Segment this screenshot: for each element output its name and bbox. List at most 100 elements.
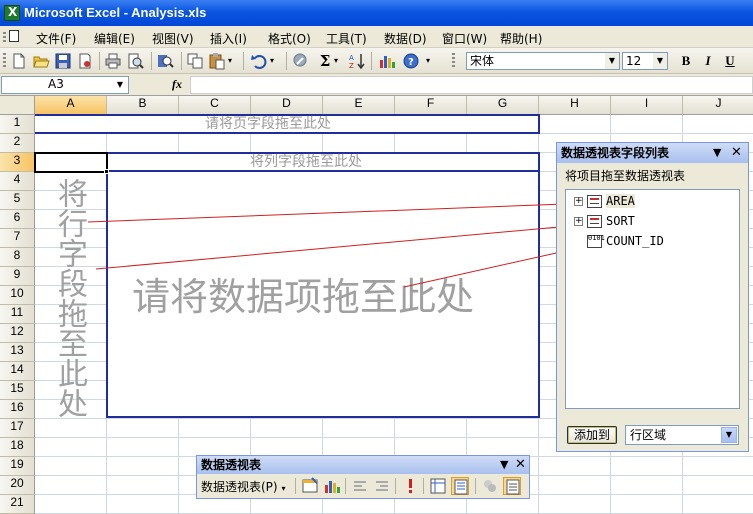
- column-header-d[interactable]: D: [251, 96, 323, 115]
- print-icon[interactable]: [104, 52, 122, 70]
- column-header-c[interactable]: C: [179, 96, 251, 115]
- menu-file[interactable]: 文件(F): [36, 30, 76, 47]
- column-header-i[interactable]: I: [611, 96, 683, 115]
- always-display-items-icon[interactable]: [503, 477, 521, 495]
- menu-edit[interactable]: 编辑(E): [94, 30, 135, 47]
- row-header-19[interactable]: 19: [0, 457, 35, 476]
- paste-dropdown-icon[interactable]: ▾: [228, 52, 238, 70]
- chevron-down-icon[interactable]: ▼: [721, 427, 737, 443]
- column-header-b[interactable]: B: [107, 96, 179, 115]
- underline-button[interactable]: U: [720, 52, 740, 70]
- row-header-16[interactable]: 16: [0, 400, 35, 419]
- undo-dropdown-icon[interactable]: ▾: [270, 52, 280, 70]
- document-icon[interactable]: [3, 30, 19, 44]
- chevron-down-icon[interactable]: ▼: [713, 143, 721, 163]
- pivot-table-menu[interactable]: 数据透视表(P) ▾: [201, 478, 285, 495]
- row-header-14[interactable]: 14: [0, 362, 35, 381]
- copy-icon[interactable]: [186, 52, 204, 70]
- refresh-data-icon[interactable]: [401, 477, 419, 495]
- row-header-3[interactable]: 3: [0, 153, 35, 172]
- chart-wizard-icon[interactable]: [378, 52, 396, 70]
- menu-data[interactable]: 数据(D): [384, 30, 427, 47]
- row-header-13[interactable]: 13: [0, 343, 35, 362]
- close-icon[interactable]: ✕: [515, 456, 526, 474]
- row-header-10[interactable]: 10: [0, 286, 35, 305]
- row-header-15[interactable]: 15: [0, 381, 35, 400]
- add-to-button[interactable]: 添加到: [567, 426, 617, 444]
- chevron-down-icon[interactable]: ▼: [653, 53, 667, 69]
- column-header-a[interactable]: A: [35, 96, 107, 115]
- field-settings-icon[interactable]: [429, 477, 447, 495]
- new-icon[interactable]: [10, 52, 28, 70]
- active-cell-a3[interactable]: [34, 152, 108, 173]
- field-list-title-bar[interactable]: 数据透视表字段列表 ▼ ✕: [557, 143, 748, 163]
- insert-function-button[interactable]: fx: [172, 77, 182, 92]
- row-header-9[interactable]: 9: [0, 267, 35, 286]
- row-header-2[interactable]: 2: [0, 134, 35, 153]
- show-detail-icon[interactable]: [373, 477, 391, 495]
- print-preview-icon[interactable]: [126, 52, 144, 70]
- undo-icon[interactable]: [250, 52, 268, 70]
- chevron-down-icon[interactable]: ▼: [605, 53, 619, 69]
- open-icon[interactable]: [32, 52, 50, 70]
- expand-sort-icon[interactable]: +: [574, 217, 583, 226]
- toolbar-grip[interactable]: [3, 53, 6, 69]
- select-all-button[interactable]: [0, 96, 35, 115]
- help-icon[interactable]: ?: [402, 52, 420, 70]
- row-header-1[interactable]: 1: [0, 115, 35, 134]
- name-box[interactable]: A3 ▼: [1, 76, 129, 94]
- target-area-select[interactable]: 行区域 ▼: [625, 425, 739, 445]
- toolbar-grip[interactable]: [452, 53, 455, 69]
- expand-area-icon[interactable]: +: [574, 197, 583, 206]
- field-item-sort[interactable]: SORT: [606, 214, 635, 228]
- chevron-down-icon[interactable]: ▼: [500, 456, 508, 474]
- hide-detail-icon[interactable]: [351, 477, 369, 495]
- sort-ascending-icon[interactable]: AZ: [348, 52, 366, 70]
- paste-icon[interactable]: [208, 52, 226, 70]
- field-list-box[interactable]: + AREA + SORT 0101 COUNT_ID: [565, 189, 740, 409]
- permission-icon[interactable]: [76, 52, 94, 70]
- research-icon[interactable]: [156, 52, 174, 70]
- pivot-chart-icon[interactable]: [323, 477, 341, 495]
- column-header-f[interactable]: F: [395, 96, 467, 115]
- row-header-12[interactable]: 12: [0, 324, 35, 343]
- chevron-down-icon[interactable]: ▼: [114, 77, 126, 93]
- column-header-g[interactable]: G: [467, 96, 539, 115]
- pivot-column-area[interactable]: 将列字段拖至此处: [106, 152, 540, 172]
- column-header-e[interactable]: E: [323, 96, 395, 115]
- menu-format[interactable]: 格式(O): [268, 30, 311, 47]
- autosum-icon[interactable]: Σ: [316, 52, 334, 70]
- row-header-4[interactable]: 4: [0, 172, 35, 191]
- row-header-20[interactable]: 20: [0, 476, 35, 495]
- formula-input[interactable]: [190, 76, 753, 94]
- row-header-21[interactable]: 21: [0, 495, 35, 514]
- italic-button[interactable]: I: [698, 52, 718, 70]
- menu-tools[interactable]: 工具(T): [326, 30, 367, 47]
- bold-button[interactable]: B: [676, 52, 696, 70]
- row-header-18[interactable]: 18: [0, 438, 35, 457]
- format-report-icon[interactable]: [301, 477, 319, 495]
- column-header-j[interactable]: J: [683, 96, 753, 115]
- row-header-17[interactable]: 17: [0, 419, 35, 438]
- close-icon[interactable]: ✕: [731, 143, 742, 163]
- menu-view[interactable]: 视图(V): [152, 30, 194, 47]
- toolbar-options-icon[interactable]: ▾: [426, 52, 436, 70]
- font-size-combo[interactable]: 12 ▼: [622, 52, 668, 70]
- include-hidden-items-icon[interactable]: [481, 477, 499, 495]
- save-icon[interactable]: [54, 52, 72, 70]
- font-name-combo[interactable]: 宋体 ▼: [466, 52, 620, 70]
- field-item-count-id[interactable]: COUNT_ID: [606, 234, 664, 248]
- row-header-5[interactable]: 5: [0, 191, 35, 210]
- show-field-list-icon[interactable]: [451, 477, 469, 495]
- menu-window[interactable]: 窗口(W): [442, 30, 487, 47]
- row-header-8[interactable]: 8: [0, 248, 35, 267]
- pivot-page-area[interactable]: 请将页字段拖至此处: [35, 114, 540, 134]
- field-item-area[interactable]: AREA: [606, 194, 635, 208]
- row-header-6[interactable]: 6: [0, 210, 35, 229]
- excel-icon[interactable]: [4, 5, 20, 21]
- row-header-7[interactable]: 7: [0, 229, 35, 248]
- hyperlink-icon[interactable]: [292, 52, 310, 70]
- fill-handle[interactable]: [104, 169, 109, 174]
- menu-insert[interactable]: 插入(I): [210, 30, 247, 47]
- pivot-toolbar-title-bar[interactable]: 数据透视表 ▼ ✕: [197, 456, 529, 474]
